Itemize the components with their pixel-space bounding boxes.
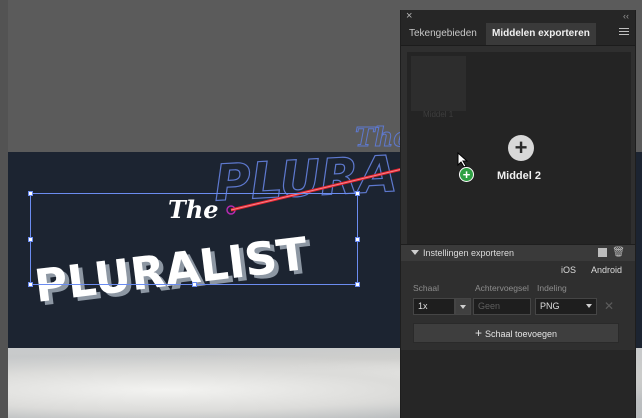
handle-right-mid[interactable] — [355, 237, 360, 242]
handle-top-left[interactable] — [28, 191, 33, 196]
panel-tabs: Tekengebieden Middelen exporteren — [401, 23, 635, 46]
handle-bottom-left[interactable] — [28, 282, 33, 287]
asset-thumbnail-label: Middel 1 — [423, 110, 454, 119]
add-scale-button[interactable]: + Schaal toevoegen — [413, 323, 619, 343]
scale-dropdown-button[interactable] — [455, 298, 471, 315]
plus-icon: + — [474, 326, 482, 340]
remove-scale-icon[interactable]: ✕ — [604, 298, 614, 315]
export-icon[interactable] — [598, 248, 607, 257]
collapse-icon[interactable]: ‹‹ — [623, 10, 629, 23]
add-asset-icon: + — [508, 135, 534, 161]
asset-export-panel: × ‹‹ Tekengebieden Middelen exporteren M… — [400, 10, 636, 418]
scale-field[interactable]: 1x — [413, 298, 455, 315]
export-settings-label: Instellingen exporteren — [423, 248, 515, 258]
asset-drop-area[interactable]: Middel 1 + Middel 2 — [407, 52, 631, 248]
tab-asset-export[interactable]: Middelen exporteren — [486, 23, 596, 45]
suffix-column-label: Achtervoegsel — [475, 283, 529, 293]
chevron-down-icon[interactable] — [411, 250, 419, 255]
add-badge-icon: + — [459, 167, 474, 182]
panel-menu-icon[interactable] — [619, 28, 629, 38]
format-value: PNG — [540, 301, 560, 311]
handle-left-mid[interactable] — [28, 237, 33, 242]
close-icon[interactable]: × — [406, 10, 412, 23]
add-scale-label: Schaal toevoegen — [484, 329, 558, 339]
pointer-cursor-icon — [457, 152, 469, 168]
chevron-down-icon — [586, 304, 592, 308]
platform-ios[interactable]: iOS — [561, 265, 576, 275]
suffix-input[interactable]: Geen — [473, 298, 531, 315]
panel-title-bar: × ‹‹ — [401, 10, 635, 23]
handle-top-right[interactable] — [355, 191, 360, 196]
format-column-label: Indeling — [537, 283, 567, 293]
platform-android[interactable]: Android — [591, 265, 622, 275]
panel-footer — [401, 350, 635, 418]
tab-artboards[interactable]: Tekengebieden — [403, 23, 483, 45]
scale-column-label: Schaal — [413, 283, 439, 293]
asset-thumbnail[interactable] — [411, 56, 466, 111]
export-settings-header[interactable]: Instellingen exporteren 🗑 — [401, 244, 635, 261]
new-asset-label: Middel 2 — [496, 170, 541, 182]
trash-icon[interactable]: 🗑 — [612, 247, 625, 259]
selection-bounding-box[interactable] — [28, 191, 360, 287]
format-select[interactable]: PNG — [535, 298, 597, 315]
handle-bottom-right[interactable] — [355, 282, 360, 287]
handle-bottom-mid[interactable] — [192, 282, 197, 287]
